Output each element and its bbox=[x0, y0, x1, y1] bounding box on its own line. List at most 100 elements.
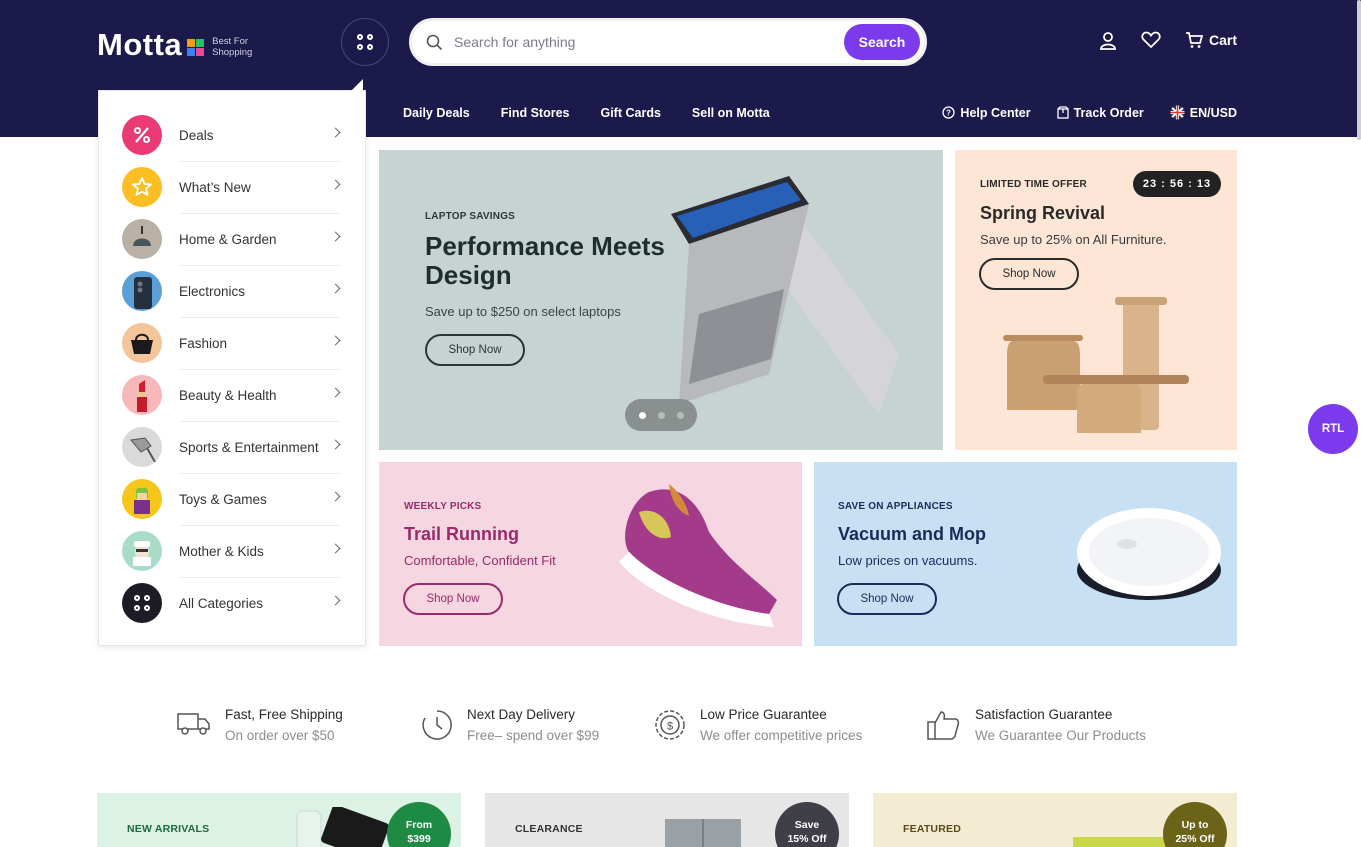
promo-trail-running[interactable]: WEEKLY PICKS Trail Running Comfortable, … bbox=[379, 462, 802, 646]
promo-title: Trail Running bbox=[404, 524, 519, 544]
svg-text:$: $ bbox=[667, 721, 673, 733]
badge-line-1: Save bbox=[794, 819, 820, 831]
promo-vacuum-mop[interactable]: SAVE ON APPLIANCES Vacuum and Mop Low pr… bbox=[814, 462, 1237, 646]
search-input[interactable] bbox=[454, 34, 834, 50]
cart-button[interactable]: Cart bbox=[1185, 31, 1237, 49]
promo-shop-now-button[interactable]: Shop Now bbox=[837, 583, 937, 615]
slide-dot-2[interactable] bbox=[657, 411, 665, 419]
card-kicker: CLEARANCE bbox=[515, 823, 583, 835]
category-label: Electronics bbox=[179, 283, 246, 299]
truck-icon bbox=[177, 713, 210, 735]
package-icon bbox=[1056, 106, 1069, 119]
lipstick-icon bbox=[122, 375, 162, 415]
category-toys-games[interactable]: Toys & Games bbox=[99, 473, 365, 525]
feature-subtitle: On order over $50 bbox=[225, 728, 335, 743]
nav-find-stores[interactable]: Find Stores bbox=[501, 106, 570, 120]
furniture-image bbox=[1003, 297, 1189, 433]
category-whats-new[interactable]: What’s New bbox=[99, 161, 365, 213]
hero-subtitle: Save up to $250 on select laptops bbox=[425, 304, 621, 319]
promo-title: Vacuum and Mop bbox=[838, 524, 987, 544]
kid-icon bbox=[122, 531, 162, 571]
fridge-product-image bbox=[665, 819, 741, 847]
chevron-right-icon bbox=[330, 231, 341, 242]
chevron-right-icon bbox=[330, 543, 341, 554]
card-featured[interactable]: FEATURED Up to 25% Off bbox=[873, 793, 1237, 847]
badge-line-1: Up to bbox=[1181, 819, 1209, 831]
feature-next-day: Next Day Delivery Free– spend over $99 bbox=[421, 707, 599, 743]
locale-selector[interactable]: EN/USD bbox=[1170, 105, 1237, 120]
card-new-arrivals[interactable]: NEW ARRIVALS From $399 bbox=[97, 793, 461, 847]
hero-slider[interactable]: LAPTOP SAVINGS Performance Meets Design … bbox=[379, 150, 943, 450]
category-all[interactable]: All Categories bbox=[99, 577, 365, 629]
account-button[interactable] bbox=[1099, 31, 1117, 51]
locale-label: EN/USD bbox=[1189, 105, 1237, 120]
promo-spring-revival[interactable]: LIMITED TIME OFFER 23 : 56 : 13 Spring R… bbox=[955, 150, 1237, 450]
category-mother-kids[interactable]: Mother & Kids bbox=[99, 525, 365, 577]
uk-flag-icon bbox=[1170, 105, 1185, 120]
category-label: Mother & Kids bbox=[179, 543, 264, 559]
feature-title: Next Day Delivery bbox=[467, 707, 576, 722]
feature-shipping: Fast, Free Shipping On order over $50 bbox=[177, 707, 343, 743]
feature-title: Low Price Guarantee bbox=[700, 707, 827, 722]
category-label: Beauty & Health bbox=[179, 387, 277, 403]
promo-subtitle: Save up to 25% on All Furniture. bbox=[980, 232, 1167, 247]
card-badge: Save 15% Off bbox=[775, 802, 839, 847]
slide-dot-3[interactable] bbox=[676, 411, 684, 419]
main-nav: Daily Deals Find Stores Gift Cards Sell … bbox=[403, 106, 770, 120]
category-beauty-health[interactable]: Beauty & Health bbox=[99, 369, 365, 421]
heart-icon bbox=[1141, 31, 1161, 49]
category-deals[interactable]: Deals bbox=[99, 109, 365, 161]
category-sports-entertainment[interactable]: Sports & Entertainment bbox=[99, 421, 365, 473]
chevron-right-icon bbox=[330, 127, 341, 138]
search-icon bbox=[426, 34, 442, 50]
svg-text:?: ? bbox=[946, 109, 951, 118]
promo-kicker: LIMITED TIME OFFER bbox=[980, 179, 1087, 190]
chevron-right-icon bbox=[330, 387, 341, 398]
help-icon: ? bbox=[942, 106, 956, 119]
logo[interactable]: Motta Best For Shopping bbox=[97, 27, 252, 63]
card-kicker: NEW ARRIVALS bbox=[127, 823, 210, 835]
help-center-link[interactable]: ? Help Center bbox=[942, 105, 1031, 120]
card-clearance[interactable]: CLEARANCE Save 15% Off bbox=[485, 793, 849, 847]
slide-dot-1[interactable] bbox=[638, 411, 646, 419]
slider-pagination bbox=[625, 399, 697, 431]
toy-figure-icon bbox=[122, 479, 162, 519]
thumbs-up-icon bbox=[927, 711, 960, 740]
category-fashion[interactable]: Fashion bbox=[99, 317, 365, 369]
category-electronics[interactable]: Electronics bbox=[99, 265, 365, 317]
chevron-right-icon bbox=[330, 439, 341, 450]
track-order-link[interactable]: Track Order bbox=[1056, 105, 1144, 120]
track-order-label: Track Order bbox=[1073, 105, 1144, 120]
category-menu-button[interactable] bbox=[341, 18, 389, 66]
tagline-line-1: Best For bbox=[212, 36, 249, 47]
nav-sell-on-motta[interactable]: Sell on Motta bbox=[692, 106, 770, 120]
feature-subtitle: Free– spend over $99 bbox=[467, 728, 600, 743]
cart-label: Cart bbox=[1209, 32, 1238, 48]
grid-icon bbox=[122, 583, 162, 623]
chevron-right-icon bbox=[330, 491, 341, 502]
phone-product-image bbox=[296, 807, 389, 847]
chevron-right-icon bbox=[330, 179, 341, 190]
cart-icon bbox=[1186, 32, 1203, 48]
promo-kicker: SAVE ON APPLIANCES bbox=[838, 501, 953, 512]
feature-title: Satisfaction Guarantee bbox=[975, 707, 1113, 722]
rtl-toggle-button[interactable]: RTL bbox=[1308, 404, 1358, 454]
hero-shop-now-button[interactable]: Shop Now bbox=[425, 334, 525, 366]
percent-icon bbox=[122, 115, 162, 155]
golf-club-icon bbox=[122, 427, 162, 467]
nav-gift-cards[interactable]: Gift Cards bbox=[600, 106, 660, 120]
promo-shop-now-button[interactable]: Shop Now bbox=[979, 258, 1079, 290]
badge-line-2: 25% Off bbox=[1175, 833, 1215, 845]
feature-subtitle: We offer competitive prices bbox=[700, 728, 863, 743]
category-label: What’s New bbox=[179, 179, 251, 195]
search-button[interactable]: Search bbox=[844, 24, 920, 60]
wishlist-button[interactable] bbox=[1141, 31, 1161, 49]
nav-daily-deals[interactable]: Daily Deals bbox=[403, 106, 470, 120]
star-icon bbox=[122, 167, 162, 207]
scrollbar[interactable] bbox=[1357, 0, 1361, 140]
category-home-garden[interactable]: Home & Garden bbox=[99, 213, 365, 265]
promo-shop-now-button[interactable]: Shop Now bbox=[403, 583, 503, 615]
handbag-icon bbox=[122, 323, 162, 363]
feature-low-price: $ Low Price Guarantee We offer competiti… bbox=[654, 707, 862, 743]
search-bar: Search bbox=[409, 18, 927, 66]
